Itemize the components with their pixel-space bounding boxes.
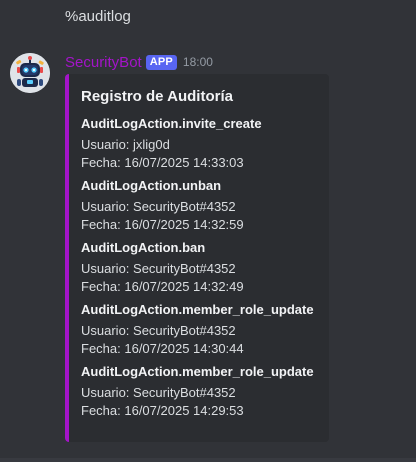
- entry-action: AuditLogAction.member_role_update: [81, 364, 314, 379]
- audit-entry: AuditLogAction.member_role_update Usuari…: [81, 301, 317, 358]
- entry-action: AuditLogAction.unban: [81, 178, 222, 193]
- audit-entry: AuditLogAction.ban Usuario: SecurityBot#…: [81, 239, 317, 296]
- app-badge: APP: [145, 54, 177, 70]
- author-name[interactable]: SecurityBot: [65, 54, 142, 71]
- embed-title: Registro de Auditoría: [81, 88, 233, 105]
- audit-log-embed: Registro de Auditoría AuditLogAction.inv…: [65, 74, 329, 442]
- robot-avatar-graphic: [10, 53, 50, 93]
- audit-entry: AuditLogAction.unban Usuario: SecurityBo…: [81, 177, 317, 234]
- entry-date: Fecha: 16/07/2025 14:32:59: [81, 217, 244, 232]
- entry-action: AuditLogAction.member_role_update: [81, 302, 314, 317]
- entry-action: AuditLogAction.ban: [81, 240, 206, 255]
- entry-date: Fecha: 16/07/2025 14:30:44: [81, 341, 244, 356]
- entry-action: AuditLogAction.invite_create: [81, 116, 262, 131]
- message-header: SecurityBot APP 18:00: [65, 52, 213, 72]
- entry-user: Usuario: SecurityBot#4352: [81, 199, 236, 214]
- entry-user: Usuario: jxlig0d: [81, 137, 170, 152]
- entry-user: Usuario: SecurityBot#4352: [81, 385, 236, 400]
- message-timestamp[interactable]: 18:00: [183, 55, 213, 69]
- entry-user: Usuario: SecurityBot#4352: [81, 261, 236, 276]
- entry-user: Usuario: SecurityBot#4352: [81, 323, 236, 338]
- robot-avatar-icon[interactable]: [10, 53, 50, 93]
- audit-entry: AuditLogAction.invite_create Usuario: jx…: [81, 115, 317, 172]
- previous-message-text: %auditlog: [65, 8, 131, 25]
- entry-date: Fecha: 16/07/2025 14:32:49: [81, 279, 244, 294]
- entry-date: Fecha: 16/07/2025 14:29:53: [81, 403, 244, 418]
- entry-date: Fecha: 16/07/2025 14:33:03: [81, 155, 244, 170]
- chat-view: %auditlog SecurityBot APP 18:00 Registro…: [0, 0, 416, 462]
- audit-entry: AuditLogAction.member_role_update Usuari…: [81, 363, 317, 420]
- chat-bottom-divider: [0, 458, 416, 462]
